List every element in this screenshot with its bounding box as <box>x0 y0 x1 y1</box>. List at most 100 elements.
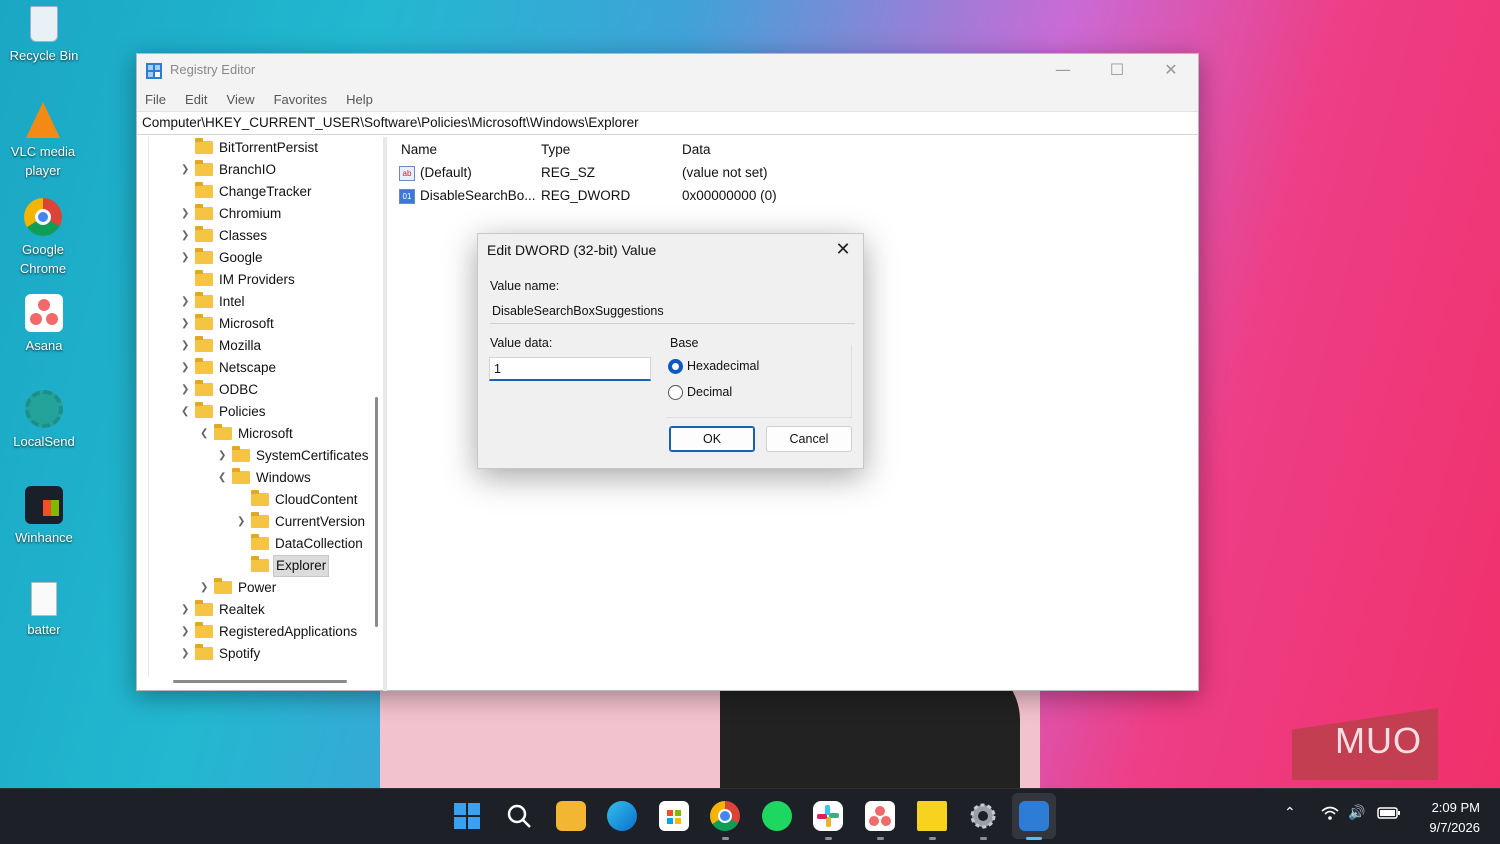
ok-button[interactable]: OK <box>669 426 755 452</box>
desktop-icon-batter[interactable]: batter <box>1 582 87 639</box>
asana-taskbar-icon[interactable] <box>865 801 895 831</box>
chevron-right-icon[interactable]: ❯ <box>181 203 193 225</box>
chevron-down-icon[interactable]: ❮ <box>218 467 230 489</box>
folder-icon <box>232 468 250 484</box>
chevron-right-icon[interactable]: ❯ <box>181 291 193 313</box>
chevron-up-icon[interactable]: ⌃ <box>1284 805 1296 821</box>
folder-icon <box>251 490 269 506</box>
desktop-icon-winhance[interactable]: Winhance <box>1 486 87 547</box>
wifi-icon[interactable] <box>1320 805 1340 825</box>
folder-icon <box>214 578 232 594</box>
sticky-notes-icon[interactable] <box>917 801 947 831</box>
chevron-right-icon[interactable]: ❯ <box>218 445 230 467</box>
value-type: REG_SZ <box>541 165 596 180</box>
vlc-icon <box>26 102 60 138</box>
column-header-type[interactable]: Type <box>541 142 570 157</box>
tree-vertical-scrollbar[interactable] <box>375 397 378 627</box>
chevron-right-icon[interactable]: ❯ <box>181 621 193 643</box>
menu-file[interactable]: File <box>145 88 166 111</box>
menu-edit[interactable]: Edit <box>185 88 207 111</box>
tree-item-label: Google <box>219 250 263 265</box>
chevron-right-icon[interactable]: ❯ <box>181 599 193 621</box>
running-indicator <box>722 837 729 840</box>
desktop-icon-localsend[interactable]: LocalSend <box>1 390 87 451</box>
folder-icon <box>195 314 213 330</box>
asana-icon <box>25 294 63 332</box>
file-explorer-icon[interactable] <box>556 801 586 831</box>
tree-item-label: Intel <box>219 294 245 309</box>
value-row[interactable]: 01 DisableSearchBo... REG_DWORD 0x000000… <box>399 186 1099 208</box>
folder-icon <box>251 512 269 528</box>
tree-item-label: BranchIO <box>219 162 277 177</box>
tree-item-label: Netscape <box>219 360 277 375</box>
desktop-icon-vlc[interactable]: VLC media player <box>0 102 86 180</box>
cancel-button[interactable]: Cancel <box>766 426 852 452</box>
column-header-data[interactable]: Data <box>682 142 711 157</box>
chevron-right-icon[interactable]: ❯ <box>181 313 193 335</box>
tree-item-label: Microsoft <box>238 426 293 441</box>
regedit-taskbar-icon[interactable] <box>1019 801 1049 831</box>
menu-favorites[interactable]: Favorites <box>274 88 327 111</box>
battery-icon[interactable] <box>1377 805 1401 825</box>
value-row[interactable]: ab (Default) REG_SZ (value not set) <box>399 163 1099 185</box>
folder-icon <box>195 182 213 198</box>
maximize-button[interactable]: ☐ <box>1090 54 1144 88</box>
chevron-right-icon[interactable]: ❯ <box>200 577 212 599</box>
desktop-icon-recycle-bin[interactable]: Recycle Bin <box>1 6 87 65</box>
folder-icon <box>251 556 269 572</box>
desktop-icon-chrome[interactable]: Google Chrome <box>0 198 86 278</box>
chevron-right-icon[interactable]: ❯ <box>181 335 193 357</box>
tree-item-label: Chromium <box>219 206 282 221</box>
folder-icon <box>195 600 213 616</box>
watermark-text: MUO <box>1335 720 1422 761</box>
dialog-close-icon[interactable]: ✕ <box>829 236 857 264</box>
desktop-icon-label: Google Chrome <box>19 242 67 276</box>
desktop-icon-label: VLC media player <box>10 144 76 178</box>
chevron-right-icon[interactable]: ❯ <box>181 379 193 401</box>
menu-help[interactable]: Help <box>346 88 373 111</box>
tree-item-label: CurrentVersion <box>275 514 366 529</box>
menu-bar: File Edit View Favorites Help <box>137 88 1198 111</box>
chevron-right-icon[interactable]: ❯ <box>181 247 193 269</box>
microsoft-store-icon[interactable] <box>659 801 689 831</box>
minimize-button[interactable]: — <box>1036 54 1090 88</box>
registry-icon <box>146 63 162 79</box>
chevron-right-icon[interactable]: ❯ <box>181 159 193 181</box>
value-data-input[interactable]: 1 <box>489 357 651 381</box>
chevron-right-icon[interactable]: ❯ <box>181 225 193 247</box>
chrome-taskbar-icon[interactable] <box>710 801 740 831</box>
edge-icon[interactable] <box>607 801 637 831</box>
search-icon[interactable] <box>504 801 534 831</box>
folder-icon <box>195 622 213 638</box>
settings-gear-icon[interactable] <box>968 801 998 831</box>
folder-icon <box>195 380 213 396</box>
folder-icon <box>195 358 213 374</box>
title-bar[interactable]: Registry Editor — ☐ ✕ <box>137 54 1198 88</box>
column-header-name[interactable]: Name <box>401 142 437 157</box>
start-icon[interactable] <box>452 801 482 831</box>
chrome-icon <box>24 198 62 236</box>
tree-item-label: Policies <box>219 404 266 419</box>
slack-icon[interactable] <box>813 801 843 831</box>
tree-item-label: SystemCertificates <box>256 448 369 463</box>
recycle-bin-icon <box>30 6 58 42</box>
desktop-icon-asana[interactable]: Asana <box>1 294 87 355</box>
volume-icon[interactable]: 🔊 <box>1348 805 1365 821</box>
chevron-down-icon[interactable]: ❮ <box>200 423 212 445</box>
spotify-icon[interactable] <box>762 801 792 831</box>
binary-value-icon: 01 <box>399 189 415 204</box>
chevron-right-icon[interactable]: ❯ <box>181 357 193 379</box>
tree-horizontal-scrollbar[interactable] <box>173 680 347 683</box>
menu-view[interactable]: View <box>227 88 255 111</box>
address-bar[interactable]: Computer\HKEY_CURRENT_USER\Software\Poli… <box>137 111 1198 135</box>
tree-item-label: IM Providers <box>219 272 295 287</box>
window-title: Registry Editor <box>170 62 256 77</box>
tree-item-label: Classes <box>219 228 268 243</box>
clock[interactable]: 2:09 PM 9/7/2026 <box>1429 798 1480 838</box>
chevron-down-icon[interactable]: ❮ <box>181 401 193 423</box>
clock-time: 2:09 PM <box>1431 800 1480 815</box>
chevron-right-icon[interactable]: ❯ <box>237 511 249 533</box>
close-button[interactable]: ✕ <box>1144 54 1198 88</box>
chevron-right-icon[interactable]: ❯ <box>181 643 193 665</box>
desktop-icon-label: Winhance <box>15 530 73 545</box>
